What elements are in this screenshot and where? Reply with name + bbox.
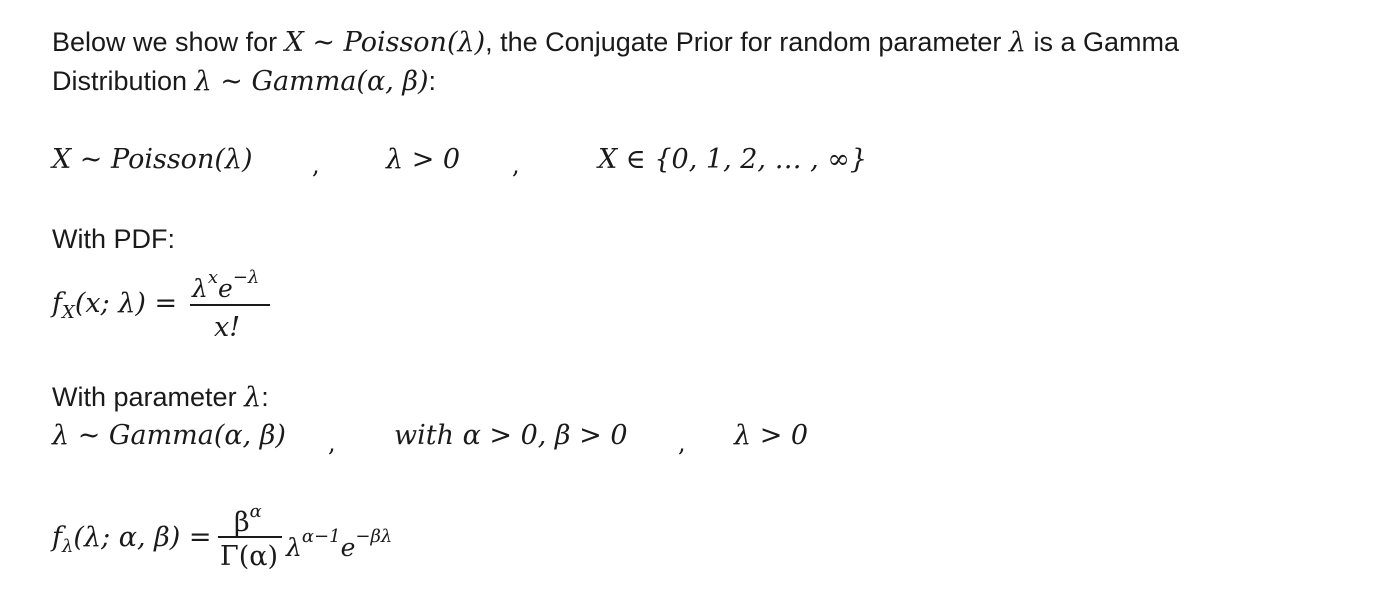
poisson-inline-math: X ~ Poisson(λ) <box>284 27 486 58</box>
gamma-fraction-bar <box>218 536 282 538</box>
gamma-pdf-numerator: βα <box>234 496 262 539</box>
tail-exp-neg-beta-lambda: −βλ <box>355 526 393 547</box>
lambda-inline: λ <box>1008 27 1027 58</box>
intro2-text-prefix: Distribution <box>52 66 195 96</box>
intro2-text-suffix: : <box>428 66 437 96</box>
num-beta: β <box>234 507 250 538</box>
gamma-inline-math: λ ~ Gamma(α, β) <box>194 66 429 97</box>
gamma-param-conditions: with α > 0, β > 0 <box>394 420 628 451</box>
num-e: e <box>218 274 233 303</box>
pdf-f: f <box>52 288 62 319</box>
pdf-f-subscript: X <box>62 302 75 323</box>
pdf-heading: With PDF: <box>52 224 176 254</box>
poisson-pdf-lhs: fX(x; λ) = <box>52 288 177 329</box>
intro-line-1: Below we show for X ~ Poisson(λ), the Co… <box>52 26 1179 59</box>
num-exp-x: x <box>207 267 219 288</box>
param-heading-suffix: : <box>261 382 269 412</box>
intro-line-2: Distribution λ ~ Gamma(α, β): <box>52 65 436 98</box>
lambda-positive-condition: λ > 0 <box>386 144 461 175</box>
tail-exp-alpha-minus-1: α−1 <box>301 526 341 547</box>
poisson-pdf-numerator: λxe−λ <box>192 262 259 305</box>
den-gamma-func: Γ(α) <box>220 541 279 572</box>
gamma-pdf-denominator: Γ(α) <box>220 541 278 573</box>
num-lambda: λ <box>192 274 208 303</box>
param-heading: With parameter λ: <box>52 381 269 414</box>
pdf-args: (x; λ) = <box>74 288 178 319</box>
poisson-dist: X ~ Poisson(λ) <box>52 144 253 175</box>
intro-text-mid: , the Conjugate Prior for random paramet… <box>485 27 1009 57</box>
gamma-f-subscript: λ <box>62 536 74 557</box>
gamma-pdf-lhs: fλ(λ; α, β) = <box>52 522 212 563</box>
gamma-pdf-tail: λα−1e−βλ <box>286 521 392 564</box>
poisson-pdf-denominator: x! <box>214 312 241 343</box>
param-heading-prefix: With parameter <box>52 382 245 412</box>
document: Below we show for X ~ Poisson(λ), the Co… <box>0 0 1400 601</box>
separator-comma-2: , <box>512 151 520 179</box>
intro-text-prefix: Below we show for <box>52 27 285 57</box>
num-exp-neg-lambda: −λ <box>232 267 260 288</box>
intro-text-suffix: is a Gamma <box>1026 27 1180 57</box>
separator-comma-3: , <box>328 429 336 457</box>
poisson-support: X ∈ {0, 1, 2, … , ∞} <box>598 144 867 175</box>
gamma-dist: λ ~ Gamma(α, β) <box>52 420 286 451</box>
gamma-f: f <box>52 522 62 553</box>
param-heading-lambda: λ <box>244 382 262 413</box>
separator-comma-4: , <box>678 429 686 457</box>
tail-e: e <box>340 533 356 562</box>
tail-lambda: λ <box>286 533 302 562</box>
gamma-args: (λ; α, β) = <box>73 522 212 553</box>
gamma-lambda-condition: λ > 0 <box>734 420 809 451</box>
separator-comma-1: , <box>312 151 320 179</box>
poisson-fraction-bar <box>190 304 270 306</box>
num-exp-alpha: α <box>249 501 262 522</box>
